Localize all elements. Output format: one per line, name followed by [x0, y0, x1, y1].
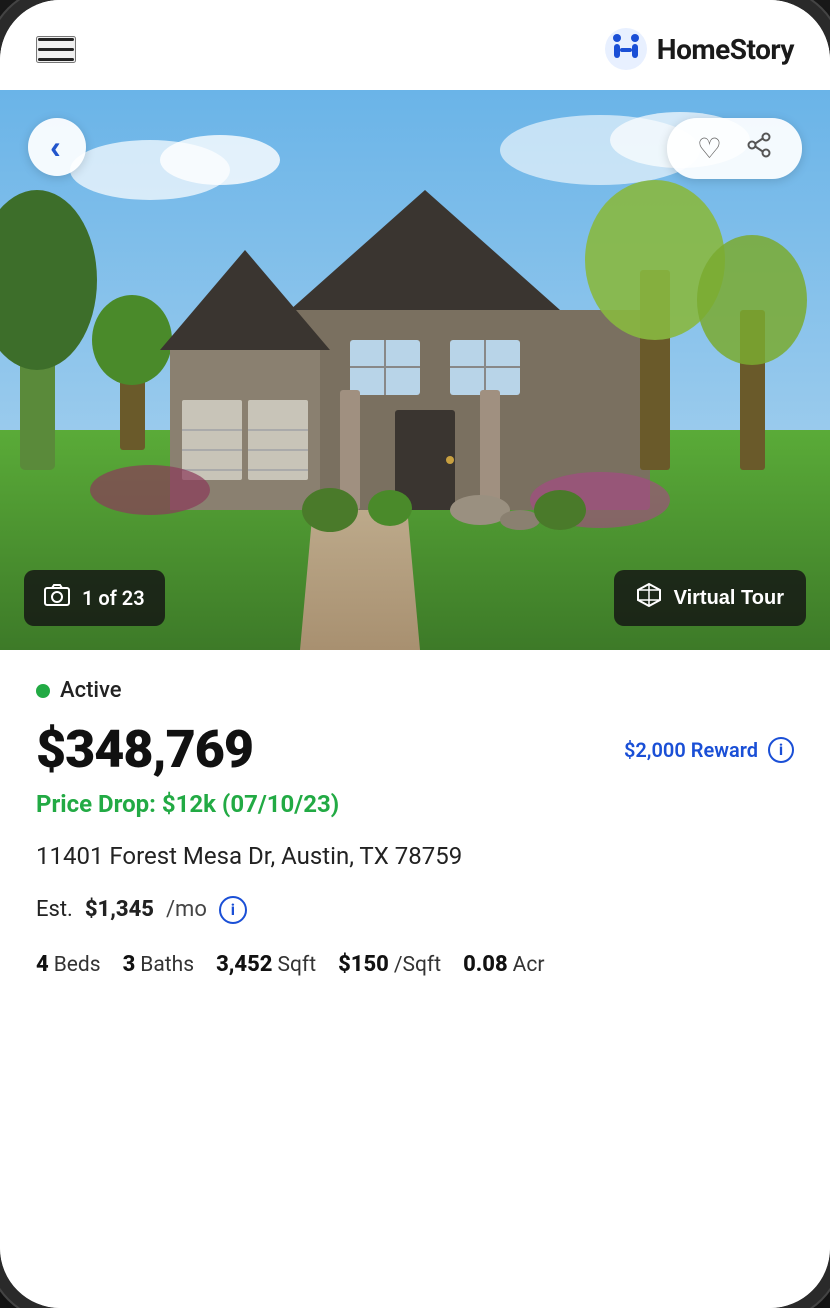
price-reward-row: $348,769 $2,000 Reward i — [36, 719, 794, 780]
share-icon — [746, 132, 772, 165]
beds-spec: 4 Beds — [36, 952, 101, 977]
acres-label: Acr — [513, 953, 545, 977]
specs-row: 4 Beds 3 Baths 3,452 Sqft $150 /Sqft 0.0… — [36, 952, 794, 977]
price-per-sqft-label: /Sqft — [394, 953, 441, 977]
sqft-value: 3,452 — [216, 952, 272, 977]
status-label: Active — [60, 678, 122, 703]
est-payment-row: Est. $1,345 /mo i — [36, 896, 794, 924]
heart-icon: ♡ — [697, 132, 722, 165]
reward-text: $2,000 Reward — [624, 738, 758, 762]
baths-spec: 3 Baths — [123, 952, 194, 977]
header: HomeStory — [0, 0, 830, 90]
sqft-label: Sqft — [278, 953, 317, 977]
save-button[interactable]: ♡ — [685, 128, 734, 169]
reward-info-button[interactable]: i — [768, 737, 794, 763]
image-bottom-bar: 1 of 23 Virtual Tour — [0, 570, 830, 626]
phone-frame: HomeStory — [0, 0, 830, 1308]
menu-button[interactable] — [36, 36, 76, 63]
price-drop-text: Price Drop: $12k (07/10/23) — [36, 790, 794, 818]
photo-icon — [44, 584, 70, 612]
price-per-sqft-value: $150 — [338, 952, 389, 977]
acres-value: 0.08 — [463, 952, 508, 977]
share-button[interactable] — [734, 128, 784, 169]
est-amount: $1,345 — [85, 897, 154, 922]
baths-label: Baths — [140, 953, 194, 977]
photo-counter: 1 of 23 — [24, 570, 165, 626]
acres-spec: 0.08 Acr — [463, 952, 544, 977]
reward-area: $2,000 Reward i — [624, 737, 794, 763]
baths-count: 3 — [123, 952, 136, 977]
logo-icon — [605, 28, 647, 70]
status-dot — [36, 684, 50, 698]
est-prefix: Est. — [36, 897, 73, 922]
action-buttons: ♡ — [667, 118, 802, 179]
back-button[interactable] — [28, 118, 86, 176]
virtual-tour-button[interactable]: Virtual Tour — [614, 570, 806, 626]
cube-icon — [636, 582, 662, 614]
logo-area: HomeStory — [605, 28, 794, 70]
beds-count: 4 — [36, 952, 49, 977]
phone-inner: HomeStory — [0, 0, 830, 1308]
virtual-tour-label: Virtual Tour — [674, 587, 784, 610]
price-per-sqft-spec: $150 /Sqft — [338, 952, 441, 977]
logo-text: HomeStory — [657, 33, 794, 66]
status-row: Active — [36, 678, 794, 703]
photo-count-text: 1 of 23 — [82, 586, 145, 610]
listing-content: Active $348,769 $2,000 Reward i Price Dr… — [0, 650, 830, 1005]
listing-price: $348,769 — [36, 719, 253, 780]
payment-info-button[interactable]: i — [219, 896, 247, 924]
listing-address: 11401 Forest Mesa Dr, Austin, TX 78759 — [36, 840, 794, 874]
est-suffix: /mo — [166, 897, 207, 922]
beds-label: Beds — [54, 953, 101, 977]
property-image-section: ♡ — [0, 90, 830, 650]
sqft-spec: 3,452 Sqft — [216, 952, 316, 977]
